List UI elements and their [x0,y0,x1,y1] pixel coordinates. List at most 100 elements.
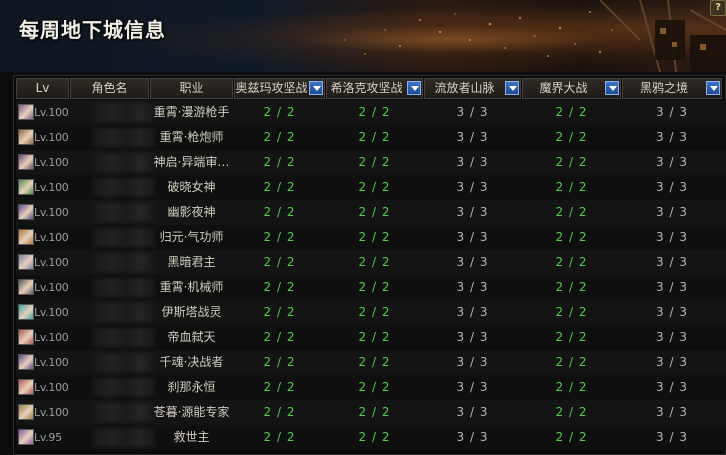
table-row[interactable]: Lv.100 千魂·决战者 2 / 2 2 / 2 3 / 3 2 / 2 3 / 3 [16,350,726,375]
character-avatar-icon [18,254,34,270]
character-avatar-icon [18,179,34,195]
job-name: 神启·异端审… [153,155,230,169]
ozma-count: 2 / 2 [263,380,296,394]
demon-war-count: 2 / 2 [555,130,588,144]
character-name-redacted [93,228,155,247]
character-name-redacted [93,253,155,272]
dropdown-arrow-icon[interactable] [407,81,421,95]
dropdown-arrow-icon[interactable] [505,81,519,95]
table-row[interactable]: Lv.100 幽影夜神 2 / 2 2 / 2 3 / 3 2 / 2 3 / 3 [16,200,726,225]
level-label: Lv.100 [34,181,69,194]
header-job[interactable]: 职业 [150,78,233,99]
demon-war-count: 2 / 2 [555,230,588,244]
black-crow-count: 3 / 3 [656,105,688,119]
sirocco-count: 2 / 2 [358,180,391,194]
level-label: Lv.100 [34,381,69,394]
table-row[interactable]: Lv.100 重霄·机械师 2 / 2 2 / 2 3 / 3 2 / 2 3 / 3 [16,275,726,300]
character-avatar-icon [18,129,34,145]
dropdown-arrow-icon[interactable] [605,81,619,95]
table-row[interactable]: Lv.100 神启·异端审… 2 / 2 2 / 2 3 / 3 2 / 2 3 / 3 [16,150,726,175]
table-row[interactable]: Lv.100 破晓女神 2 / 2 2 / 2 3 / 3 2 / 2 3 / 3 [16,175,726,200]
table-row[interactable]: Lv.100 帝血弑天 2 / 2 2 / 2 3 / 3 2 / 2 3 / 3 [16,325,726,350]
black-crow-count: 3 / 3 [656,305,688,319]
header-lv[interactable]: Lv [16,78,69,99]
job-name: 救世主 [173,430,210,444]
level-label: Lv.100 [34,256,69,269]
header-exile-mountains[interactable]: 流放者山脉 [424,78,521,99]
table-row[interactable]: Lv.100 苍暮·源能专家 2 / 2 2 / 2 3 / 3 2 / 2 3 / 3 [16,400,726,425]
table-row[interactable]: Lv.100 刹那永恒 2 / 2 2 / 2 3 / 3 2 / 2 3 / 3 [16,375,726,400]
sirocco-count: 2 / 2 [358,155,391,169]
character-name-redacted [93,378,155,397]
table-row[interactable]: Lv.100 重霄·漫游枪手 2 / 2 2 / 2 3 / 3 2 / 2 3 / 3 [16,100,726,125]
table-row[interactable]: Lv.100 归元·气功师 2 / 2 2 / 2 3 / 3 2 / 2 3 / 3 [16,225,726,250]
exile-count: 3 / 3 [456,330,489,344]
header-black-crow[interactable]: 黑鸦之境 [622,78,722,99]
sirocco-count: 2 / 2 [358,130,391,144]
exile-count: 3 / 3 [456,130,489,144]
character-name-redacted [93,353,155,372]
sirocco-count: 2 / 2 [358,330,391,344]
demon-war-count: 2 / 2 [555,305,588,319]
table-row[interactable]: Lv.95 救世主 2 / 2 2 / 2 3 / 3 2 / 2 3 / 3 [16,425,726,450]
sirocco-count: 2 / 2 [358,355,391,369]
demon-war-count: 2 / 2 [555,255,588,269]
job-name: 破晓女神 [167,180,216,194]
black-crow-count: 3 / 3 [656,230,688,244]
level-label: Lv.100 [34,406,69,419]
exile-count: 3 / 3 [456,155,489,169]
header-sirocco-raid[interactable]: 希洛克攻坚战 [326,78,423,99]
job-name: 刹那永恒 [167,380,216,394]
table-row[interactable]: Lv.100 重霄·枪炮师 2 / 2 2 / 2 3 / 3 2 / 2 3 / 3 [16,125,726,150]
black-crow-count: 3 / 3 [656,155,688,169]
black-crow-count: 3 / 3 [656,355,688,369]
demon-war-count: 2 / 2 [555,105,588,119]
level-label: Lv.100 [34,281,69,294]
black-crow-count: 3 / 3 [656,430,688,444]
ozma-count: 2 / 2 [263,305,296,319]
demon-war-count: 2 / 2 [555,405,588,419]
sirocco-count: 2 / 2 [358,255,391,269]
demon-war-count: 2 / 2 [555,205,588,219]
character-avatar-icon [18,304,34,320]
ozma-count: 2 / 2 [263,205,296,219]
banner: 每周地下城信息 ? [0,0,726,72]
character-name-redacted [93,203,155,222]
table-row[interactable]: Lv.100 伊斯塔战灵 2 / 2 2 / 2 3 / 3 2 / 2 3 / 3 [16,300,726,325]
table-row[interactable]: Lv.100 黑暗君主 2 / 2 2 / 2 3 / 3 2 / 2 3 / 3 [16,250,726,275]
page-title: 每周地下城信息 [19,18,166,42]
black-crow-count: 3 / 3 [656,205,688,219]
dropdown-arrow-icon[interactable] [706,81,720,95]
exile-count: 3 / 3 [456,230,489,244]
ozma-count: 2 / 2 [263,155,296,169]
exile-count: 3 / 3 [456,305,489,319]
header-demon-war[interactable]: 魔界大战 [522,78,621,99]
level-label: Lv.100 [34,356,69,369]
ozma-count: 2 / 2 [263,230,296,244]
character-avatar-icon [18,329,34,345]
help-icon[interactable]: ? [710,0,726,16]
level-label: Lv.100 [34,331,69,344]
character-name-redacted [93,403,155,422]
job-name: 重霄·枪炮师 [159,130,224,144]
exile-count: 3 / 3 [456,280,489,294]
sirocco-count: 2 / 2 [358,430,391,444]
header-character-name[interactable]: 角色名 [70,78,149,99]
character-name-redacted [93,428,155,447]
character-avatar-icon [18,104,34,120]
job-name: 帝血弑天 [167,330,216,344]
black-crow-count: 3 / 3 [656,280,688,294]
black-crow-count: 3 / 3 [656,255,688,269]
character-avatar-icon [18,154,34,170]
sirocco-count: 2 / 2 [358,105,391,119]
ozma-count: 2 / 2 [263,330,296,344]
sirocco-count: 2 / 2 [358,405,391,419]
exile-count: 3 / 3 [456,380,489,394]
character-name-redacted [93,278,155,297]
character-name-redacted [93,103,155,122]
dropdown-arrow-icon[interactable] [309,81,323,95]
job-name: 黑暗君主 [167,255,216,269]
character-avatar-icon [18,204,34,220]
header-ozma-raid[interactable]: 奥兹玛攻坚战 [234,78,325,99]
character-avatar-icon [18,354,34,370]
